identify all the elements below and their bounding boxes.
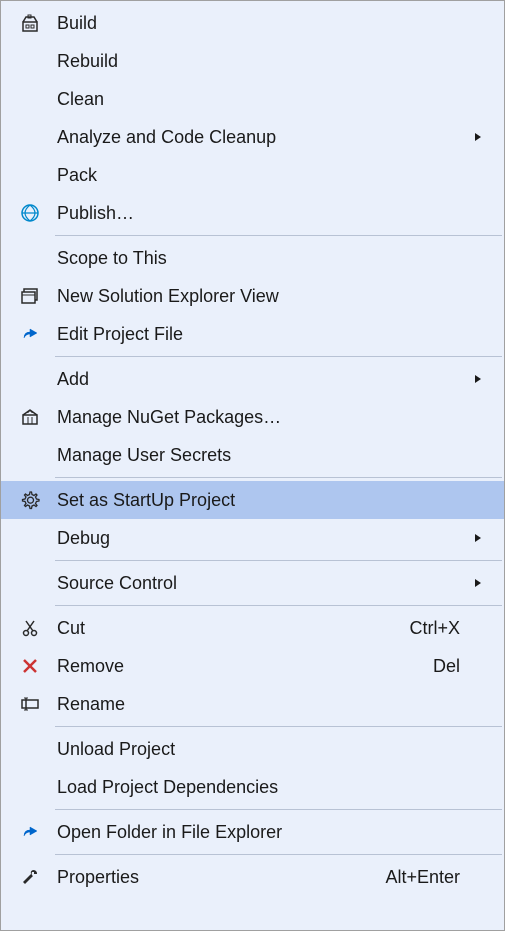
menu-item-load-deps[interactable]: Load Project Dependencies	[1, 768, 504, 806]
menu-item-shortcut: Ctrl+X	[409, 618, 468, 639]
submenu-arrow-icon	[468, 373, 488, 385]
menu-item-nuget[interactable]: Manage NuGet Packages…	[1, 398, 504, 436]
rename-icon	[7, 694, 53, 714]
menu-item-edit-project[interactable]: Edit Project File	[1, 315, 504, 353]
menu-item-pack[interactable]: Pack	[1, 156, 504, 194]
nuget-icon	[7, 407, 53, 427]
submenu-arrow-icon	[468, 131, 488, 143]
menu-item-new-view[interactable]: New Solution Explorer View	[1, 277, 504, 315]
menu-separator	[55, 235, 502, 236]
publish-icon	[7, 203, 53, 223]
menu-item-build[interactable]: Build	[1, 4, 504, 42]
menu-item-shortcut: Del	[433, 656, 468, 677]
menu-separator	[55, 726, 502, 727]
menu-item-scope[interactable]: Scope to This	[1, 239, 504, 277]
menu-item-label: Manage User Secrets	[53, 445, 468, 466]
menu-item-label: Scope to This	[53, 248, 468, 269]
menu-separator	[55, 477, 502, 478]
submenu-arrow-icon	[468, 532, 488, 544]
open-folder-icon	[7, 822, 53, 842]
menu-item-properties[interactable]: Properties Alt+Enter	[1, 858, 504, 896]
menu-separator	[55, 854, 502, 855]
edit-icon	[7, 324, 53, 344]
menu-item-remove[interactable]: Remove Del	[1, 647, 504, 685]
menu-item-label: Unload Project	[53, 739, 468, 760]
menu-item-label: Clean	[53, 89, 468, 110]
menu-item-label: Debug	[53, 528, 468, 549]
build-icon	[7, 13, 53, 33]
menu-item-label: Manage NuGet Packages…	[53, 407, 468, 428]
menu-separator	[55, 809, 502, 810]
menu-item-unload[interactable]: Unload Project	[1, 730, 504, 768]
wrench-icon	[7, 867, 53, 887]
menu-item-shortcut: Alt+Enter	[385, 867, 468, 888]
cut-icon	[7, 618, 53, 638]
remove-icon	[7, 657, 53, 675]
menu-item-label: Cut	[53, 618, 409, 639]
menu-item-label: Open Folder in File Explorer	[53, 822, 468, 843]
menu-item-label: Publish…	[53, 203, 468, 224]
menu-separator	[55, 356, 502, 357]
menu-item-label: Build	[53, 13, 468, 34]
menu-item-source-control[interactable]: Source Control	[1, 564, 504, 602]
menu-item-rebuild[interactable]: Rebuild	[1, 42, 504, 80]
gear-icon	[7, 490, 53, 510]
submenu-arrow-icon	[468, 577, 488, 589]
menu-item-analyze[interactable]: Analyze and Code Cleanup	[1, 118, 504, 156]
new-view-icon	[7, 286, 53, 306]
menu-item-label: Remove	[53, 656, 433, 677]
menu-item-label: Source Control	[53, 573, 468, 594]
menu-item-startup[interactable]: Set as StartUp Project	[1, 481, 504, 519]
menu-separator	[55, 605, 502, 606]
menu-item-label: Add	[53, 369, 468, 390]
menu-item-label: Load Project Dependencies	[53, 777, 468, 798]
menu-item-debug[interactable]: Debug	[1, 519, 504, 557]
menu-item-rename[interactable]: Rename	[1, 685, 504, 723]
menu-item-label: New Solution Explorer View	[53, 286, 468, 307]
menu-item-publish[interactable]: Publish…	[1, 194, 504, 232]
menu-item-label: Properties	[53, 867, 385, 888]
menu-item-cut[interactable]: Cut Ctrl+X	[1, 609, 504, 647]
menu-item-add[interactable]: Add	[1, 360, 504, 398]
menu-item-user-secrets[interactable]: Manage User Secrets	[1, 436, 504, 474]
menu-item-label: Rebuild	[53, 51, 468, 72]
context-menu: Build Rebuild Clean Analyze and Code Cle…	[0, 0, 505, 931]
menu-item-open-folder[interactable]: Open Folder in File Explorer	[1, 813, 504, 851]
menu-item-label: Pack	[53, 165, 468, 186]
menu-item-label: Edit Project File	[53, 324, 468, 345]
menu-item-label: Set as StartUp Project	[53, 490, 468, 511]
menu-item-label: Rename	[53, 694, 468, 715]
menu-item-label: Analyze and Code Cleanup	[53, 127, 468, 148]
menu-item-clean[interactable]: Clean	[1, 80, 504, 118]
menu-separator	[55, 560, 502, 561]
